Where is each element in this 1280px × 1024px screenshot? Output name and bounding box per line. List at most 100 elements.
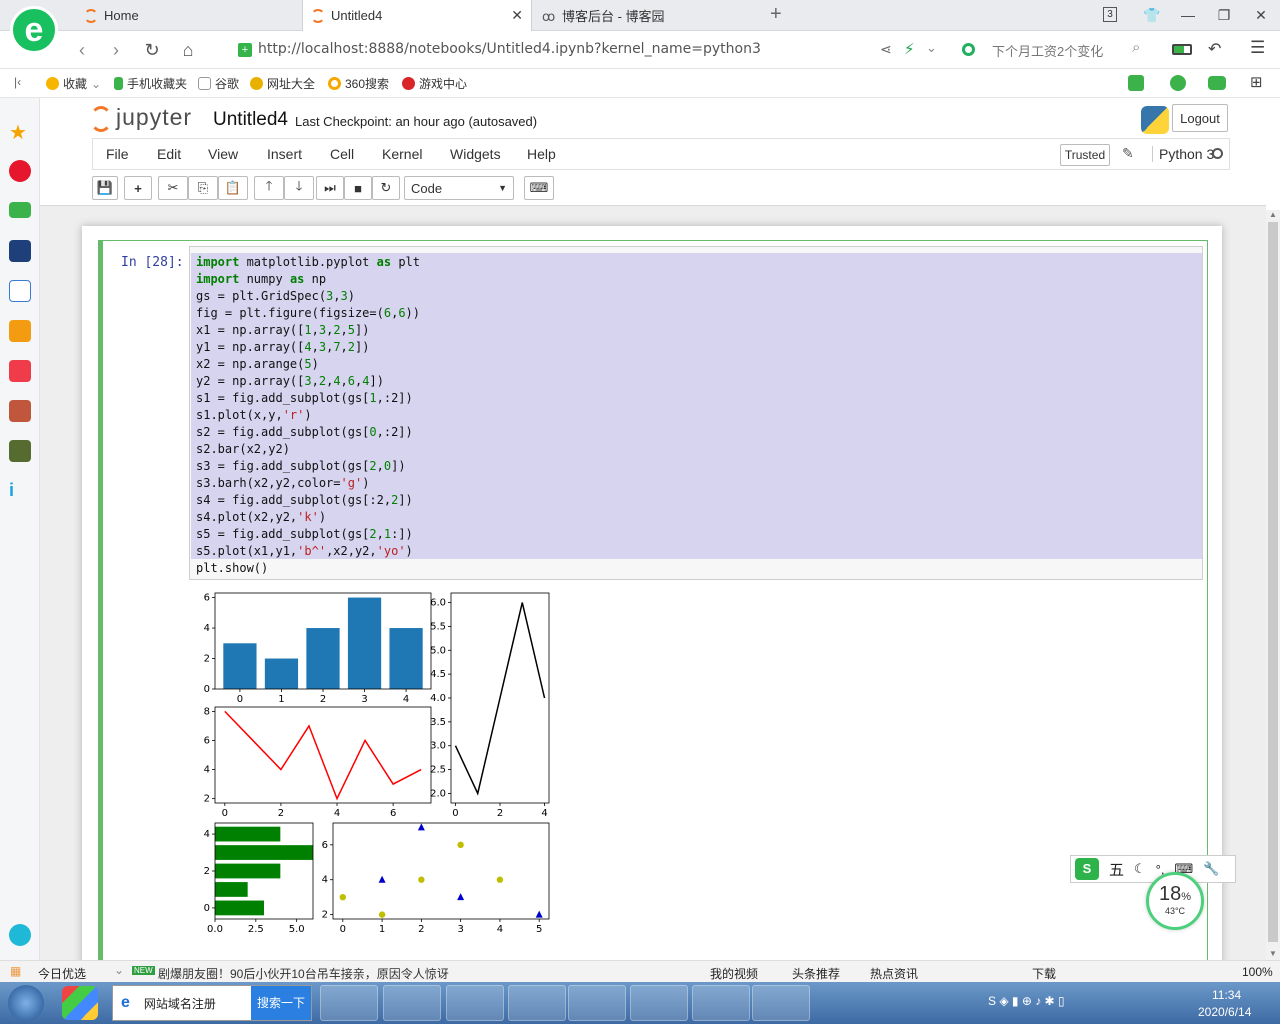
sidebar-toggle-icon[interactable]: |‹ [14, 75, 21, 89]
fav-item-google[interactable]: 谷歌 [198, 75, 239, 92]
command-palette-button[interactable]: ⌨ [524, 176, 554, 200]
news-link[interactable]: 剧爆朋友圈！90后小伙开10台吊车接亲，原因令人惊讶 [158, 965, 449, 982]
restart-button[interactable]: ↻ [372, 176, 400, 200]
fav-item-360[interactable]: 360搜索 [328, 75, 389, 92]
excel-icon[interactable] [508, 985, 566, 1021]
lightning-icon[interactable]: ⚡ [904, 40, 915, 58]
page-scrollbar[interactable]: ▲ ▼ [1266, 210, 1280, 960]
status-download[interactable]: 下载 [1032, 965, 1056, 982]
translate-icon[interactable] [1128, 75, 1144, 91]
tab-count-badge[interactable]: 3 [1103, 7, 1117, 22]
copy-button[interactable]: ⎘ [188, 176, 218, 200]
zoom-level[interactable]: 100% [1242, 965, 1273, 979]
menu-file[interactable]: File [106, 146, 129, 162]
jupyter-logo-icon[interactable] [90, 106, 112, 132]
shop-icon[interactable] [9, 360, 31, 382]
search-input[interactable]: 下个月工资2个变化 [992, 41, 1103, 60]
moon-icon[interactable]: ☾ [1134, 861, 1146, 877]
clock-time[interactable]: 11:34 [1212, 988, 1241, 1002]
skin-icon[interactable]: 👕 [1140, 4, 1164, 26]
mail-icon[interactable] [9, 202, 31, 218]
scroll-thumb[interactable] [1268, 222, 1278, 942]
cut-button[interactable]: ✂ [158, 176, 188, 200]
jupyter-logo-text[interactable]: jupyter [116, 104, 192, 131]
new-tab-button[interactable]: + [770, 3, 782, 26]
sogou-browser-icon[interactable] [320, 985, 378, 1021]
add-app-icon[interactable] [9, 924, 31, 946]
battery-icon[interactable] [1172, 44, 1192, 55]
move-down-button[interactable]: 🡓 [284, 176, 314, 200]
share-icon[interactable]: ⋖ [880, 41, 892, 58]
scroll-down-icon[interactable]: ▼ [1269, 949, 1277, 958]
start-button[interactable] [8, 985, 44, 1021]
forward-icon[interactable]: › [104, 39, 128, 61]
tab-untitled4[interactable]: Untitled4 ✕ [302, 0, 532, 31]
explorer-icon[interactable] [692, 985, 750, 1021]
code-cell[interactable]: In [28]: import matplotlib.pyplot as plt… [98, 240, 1208, 960]
today-pick[interactable]: 今日优选 [38, 965, 86, 982]
game-app-icon[interactable] [9, 400, 31, 422]
cell-type-select[interactable]: Code ▼ [404, 176, 514, 200]
home-icon[interactable]: ⌂ [176, 39, 200, 61]
edit-pencil-icon[interactable]: ✎ [1122, 145, 1134, 162]
taskbar-search-button[interactable]: 搜索一下 [250, 986, 311, 1020]
back-icon[interactable]: ‹ [70, 39, 94, 61]
maximize-icon[interactable]: ❐ [1212, 4, 1236, 26]
scroll-up-icon[interactable]: ▲ [1269, 210, 1277, 219]
fav-item-mobile[interactable]: 手机收藏夹 [114, 75, 187, 92]
favorites-star-icon[interactable]: ★ [9, 120, 31, 144]
novel-icon[interactable] [9, 320, 31, 342]
k-app-icon[interactable] [446, 985, 504, 1021]
gamepad-icon[interactable] [1208, 76, 1226, 90]
tray-icons[interactable]: S ◈ ▮ ⊕ ♪ ✱ ▯ [988, 994, 1188, 1012]
clock-date[interactable]: 2020/6/14 [1198, 1005, 1251, 1019]
save-button[interactable]: 💾 [92, 176, 118, 200]
close-tab-icon[interactable]: ✕ [511, 7, 523, 24]
status-headlines[interactable]: 头条推荐 [792, 965, 840, 982]
search-engine-icon[interactable] [962, 43, 975, 56]
minimize-icon[interactable]: — [1176, 4, 1200, 26]
news-icon[interactable] [9, 240, 31, 262]
menu-cell[interactable]: Cell [330, 146, 354, 162]
pay-icon[interactable]: i [9, 480, 31, 502]
speed-widget[interactable]: 18% 43°C [1146, 872, 1204, 930]
doc-icon[interactable] [9, 280, 31, 302]
menu-view[interactable]: View [208, 146, 238, 162]
tab-blog[interactable]: ꝏ 博客后台 - 博客园 [534, 0, 760, 31]
menu-kernel[interactable]: Kernel [382, 146, 422, 162]
fav-item-collect[interactable]: 收藏 ⌄ [46, 75, 101, 92]
ie-browser-icon[interactable] [383, 985, 441, 1021]
browser-logo-icon[interactable]: e [10, 6, 58, 54]
tab-home[interactable]: Home [76, 0, 300, 31]
trusted-badge[interactable]: Trusted [1060, 144, 1110, 166]
360-browser-icon[interactable] [630, 985, 688, 1021]
notepad-icon[interactable] [752, 985, 810, 1021]
interrupt-button[interactable]: ■ [344, 176, 372, 200]
run-button[interactable]: ⏭ [316, 176, 344, 200]
logout-button[interactable]: Logout [1172, 104, 1228, 132]
insert-cell-button[interactable]: + [124, 176, 152, 200]
url-input[interactable]: http://localhost:8888/notebooks/Untitled… [258, 41, 761, 57]
chevron-down-icon[interactable]: ⌄ [114, 963, 124, 977]
search-icon[interactable]: ⌕ [1132, 39, 1140, 56]
wallet-icon[interactable] [1170, 75, 1186, 91]
ime-mode[interactable]: 五 [1109, 859, 1124, 880]
chevron-down-icon[interactable]: ⌄ [926, 40, 937, 56]
code-editor[interactable]: import matplotlib.pyplot as plt import nu… [189, 246, 1203, 580]
fav-item-games[interactable]: 游戏中心 [402, 75, 467, 92]
menu-edit[interactable]: Edit [157, 146, 181, 162]
fav-item-hao[interactable]: 网址大全 [250, 75, 315, 92]
jupyter-app-icon[interactable] [568, 985, 626, 1021]
notebook-name[interactable]: Untitled4 [213, 109, 288, 131]
game-app2-icon[interactable] [9, 440, 31, 462]
menu-insert[interactable]: Insert [267, 146, 302, 162]
status-video[interactable]: 我的视频 [710, 965, 758, 982]
menu-icon[interactable]: ☰ [1250, 38, 1265, 58]
reload-icon[interactable]: ↻ [140, 39, 164, 61]
move-up-button[interactable]: 🡑 [254, 176, 284, 200]
wrench-icon[interactable]: 🔧 [1203, 861, 1219, 877]
close-window-icon[interactable]: ✕ [1249, 4, 1273, 26]
weibo-icon[interactable] [9, 160, 31, 182]
status-hot[interactable]: 热点资讯 [870, 965, 918, 982]
menu-help[interactable]: Help [527, 146, 556, 162]
